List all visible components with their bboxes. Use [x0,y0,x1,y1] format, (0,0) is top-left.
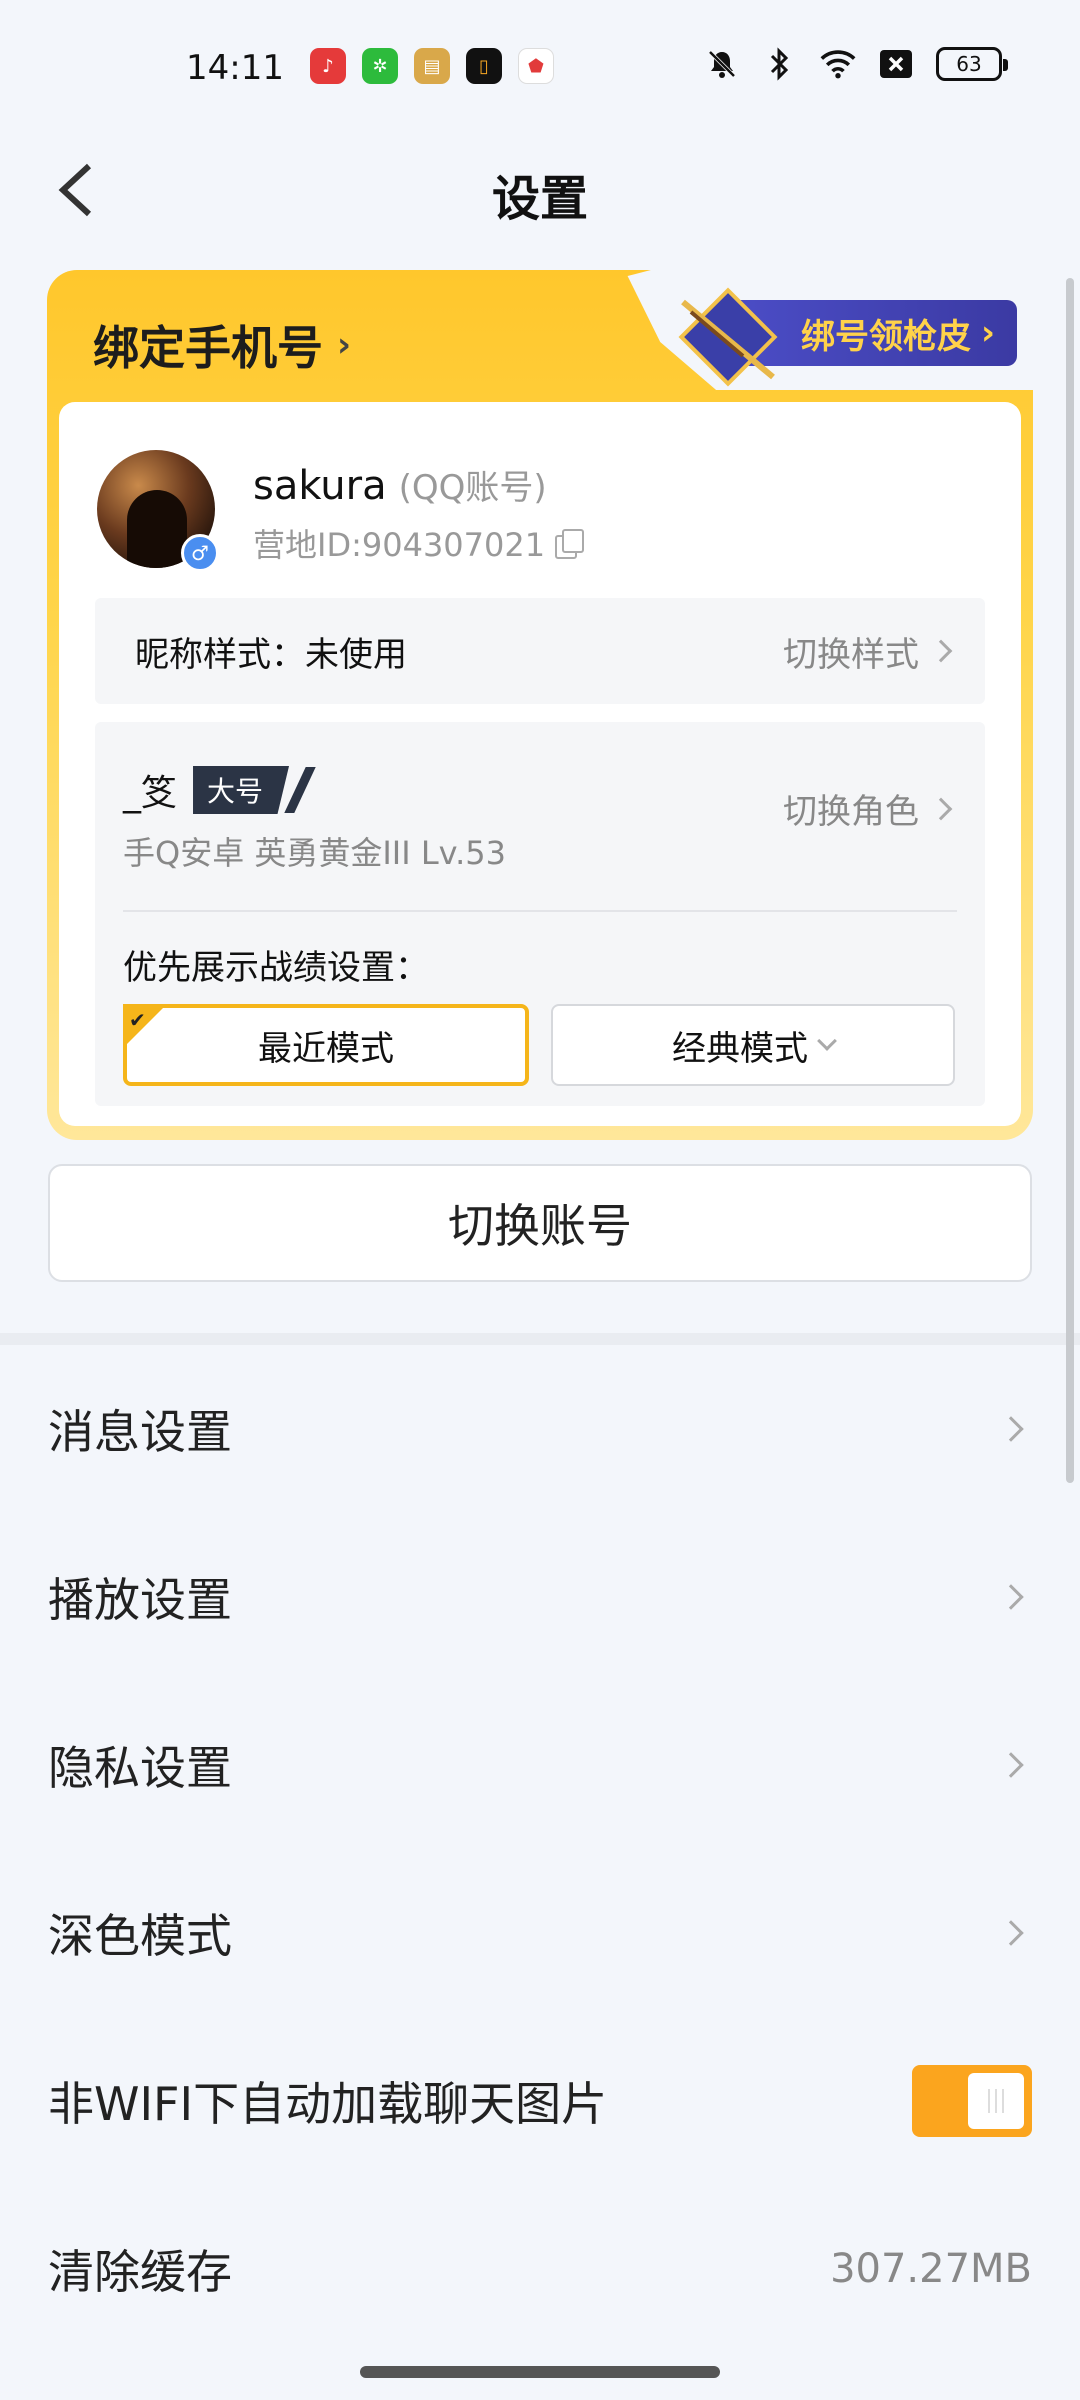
wifi-icon [820,46,856,82]
settings-menu: 消息设置 播放设置 隐私设置 深色模式 非WIFI下自动加载聊天图片 清除缓存 … [0,1345,1080,2353]
auto-load-images-toggle[interactable] [912,2065,1032,2137]
game-center-app-icon: ▤ [414,48,450,84]
role-name: _笅 [123,773,178,814]
gun-skin-emblem-icon [678,287,778,387]
menu-item-dark-mode[interactable]: 深色模式 [0,1849,1080,2017]
chevron-right-icon: › [337,325,352,365]
menu-item-message-settings[interactable]: 消息设置 [0,1345,1080,1513]
cache-size: 307.27MB [830,2246,1032,2292]
bind-phone-label: 绑定手机号 [93,321,323,375]
menu-item-playback-settings[interactable]: 播放设置 [0,1513,1080,1681]
classic-mode-label: 经典模式 [672,1028,808,1069]
bind-phone-link[interactable]: 绑定手机号 › [93,312,351,378]
status-app-icons: ♪ ✲ ▤ ▯ ⬟ [310,48,554,84]
mute-bell-icon [704,46,740,82]
page-title: 设置 [491,171,588,227]
chevron-right-icon [998,1584,1024,1610]
tag-slash-decoration [284,767,316,813]
toggle-knob [968,2073,1024,2129]
main-account-tag: 大号 [193,766,290,814]
male-gender-icon: ♂ [181,534,219,572]
role-meta: 手Q安卓 英勇黄金III Lv.53 [123,834,507,872]
bind-reward-label: 绑号领枪皮 [800,316,971,357]
chevron-right-icon [998,1752,1024,1778]
home-indicator[interactable] [360,2366,720,2378]
classic-mode-dropdown[interactable]: 经典模式 [551,1004,955,1086]
nickname-style-label: 昵称样式：未使用 [135,634,407,675]
game-role-box: _笅 大号 手Q安卓 英勇黄金III Lv.53 切换角色 优先展示战绩设置： … [95,722,985,1106]
chevron-right-icon [929,639,953,663]
music-app-icon: ♪ [310,48,346,84]
switch-role-label: 切换角色 [783,792,919,832]
menu-item-label: 深色模式 [48,1909,232,1963]
recent-mode-label: 最近模式 [258,1028,394,1069]
menu-item-label: 隐私设置 [48,1741,232,1795]
chevron-right-icon [929,797,953,820]
profile-card: 绑定手机号 › 绑号领枪皮 › ♂ sakura (QQ账号) 营地ID:904… [47,270,1033,1140]
username-row: sakura (QQ账号) [253,460,547,509]
copy-icon[interactable] [555,529,585,559]
divider [123,910,957,912]
switch-account-button[interactable]: 切换账号 [48,1164,1032,1282]
username: sakura [253,463,387,509]
camp-id: 营地ID:904307021 [253,526,546,564]
role-name-row: _笅 大号 [123,764,316,816]
menu-item-clear-cache[interactable]: 清除缓存 307.27MB [0,2185,1080,2353]
switch-style-label: 切换样式 [783,634,919,675]
top-nav-bar: 设置 [0,135,1080,245]
menu-item-privacy-settings[interactable]: 隐私设置 [0,1681,1080,1849]
o-app-icon: ▯ [466,48,502,84]
menu-item-label: 播放设置 [48,1573,232,1627]
chevron-down-icon [817,1031,837,1051]
game-app-icon: ✲ [362,48,398,84]
chevron-right-icon [998,1416,1024,1442]
battery-indicator: 63 [936,47,1008,81]
menu-item-label: 非WIFI下自动加载聊天图片 [48,2077,608,2131]
chevron-right-icon [998,1920,1024,1946]
close-box-icon [878,46,914,82]
account-type: (QQ账号) [398,468,547,508]
record-preference-label: 优先展示战绩设置： [123,948,429,988]
recent-mode-button[interactable]: ✔ 最近模式 [123,1004,529,1086]
scrollbar[interactable] [1066,278,1074,1483]
section-divider [0,1333,1080,1345]
nickname-style-row: 昵称样式：未使用 切换样式 [95,598,985,704]
menu-item-label: 清除缓存 [48,2245,232,2299]
status-time: 14:11 [186,48,284,88]
avatar-silhouette [127,490,187,568]
menu-item-auto-load-images: 非WIFI下自动加载聊天图片 [0,2017,1080,2185]
status-bar: 14:11 ♪ ✲ ▤ ▯ ⬟ 63 [0,0,1080,135]
shield-app-icon: ⬟ [518,48,554,84]
camp-id-row: 营地ID:904307021 [253,520,585,566]
switch-role-link[interactable]: 切换角色 [783,784,953,833]
profile-card-body: ♂ sakura (QQ账号) 营地ID:904307021 昵称样式：未使用 … [59,402,1021,1126]
bluetooth-icon [762,46,798,82]
switch-style-link[interactable]: 切换样式 [783,627,953,676]
menu-item-label: 消息设置 [48,1405,232,1459]
chevron-right-icon: › [980,313,995,353]
status-right-icons: 63 [704,46,1008,82]
check-icon: ✔ [129,1008,146,1032]
